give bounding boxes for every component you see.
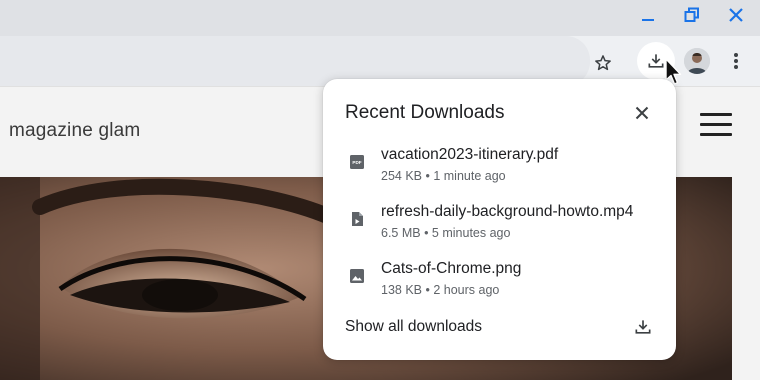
star-icon (595, 55, 611, 71)
download-meta: 254 KB • 1 minute ago (381, 169, 506, 183)
more-vert-icon (734, 53, 738, 69)
show-all-downloads-link[interactable]: Show all downloads (345, 318, 482, 336)
hamburger-icon (700, 113, 732, 116)
image-file-icon (350, 269, 364, 283)
profile-avatar[interactable] (684, 48, 710, 74)
download-filename: Cats-of-Chrome.png (381, 260, 522, 277)
download-icon (648, 54, 664, 68)
close-window-button[interactable] (722, 4, 750, 26)
scrollbar[interactable] (732, 177, 760, 380)
minimize-button[interactable] (634, 4, 662, 26)
bookmark-star-button[interactable] (590, 50, 616, 76)
close-icon (635, 106, 649, 120)
downloads-bubble-title: Recent Downloads (345, 102, 505, 123)
restore-button[interactable] (678, 4, 706, 26)
download-filename: refresh-daily-background-howto.mp4 (381, 203, 634, 220)
download-item[interactable]: refresh-daily-background-howto.mp4 6.5 M… (333, 203, 665, 255)
restore-icon (684, 7, 699, 22)
download-meta: 138 KB • 2 hours ago (381, 283, 500, 297)
download-meta: 6.5 MB • 5 minutes ago (381, 226, 511, 240)
download-filename: vacation2023-itinerary.pdf (381, 146, 559, 163)
pdf-file-icon: PDF (350, 155, 364, 169)
browser-menu-button[interactable] (726, 48, 746, 74)
avatar (684, 48, 710, 74)
minimize-icon (642, 19, 654, 21)
download-item[interactable]: PDF vacation2023-itinerary.pdf 254 KB • … (333, 146, 665, 198)
svg-text:PDF: PDF (352, 160, 361, 165)
download-icon[interactable] (633, 317, 653, 337)
site-title[interactable]: magazine glam (9, 120, 140, 142)
close-icon (729, 8, 743, 22)
download-item[interactable]: Cats-of-Chrome.png 138 KB • 2 hours ago (333, 260, 665, 312)
close-bubble-button[interactable] (629, 100, 655, 126)
downloads-bubble: Recent Downloads PDF vacation2023-itiner… (323, 79, 676, 360)
title-bar (0, 0, 760, 36)
video-file-icon (352, 212, 363, 226)
site-menu-button[interactable] (700, 113, 732, 137)
